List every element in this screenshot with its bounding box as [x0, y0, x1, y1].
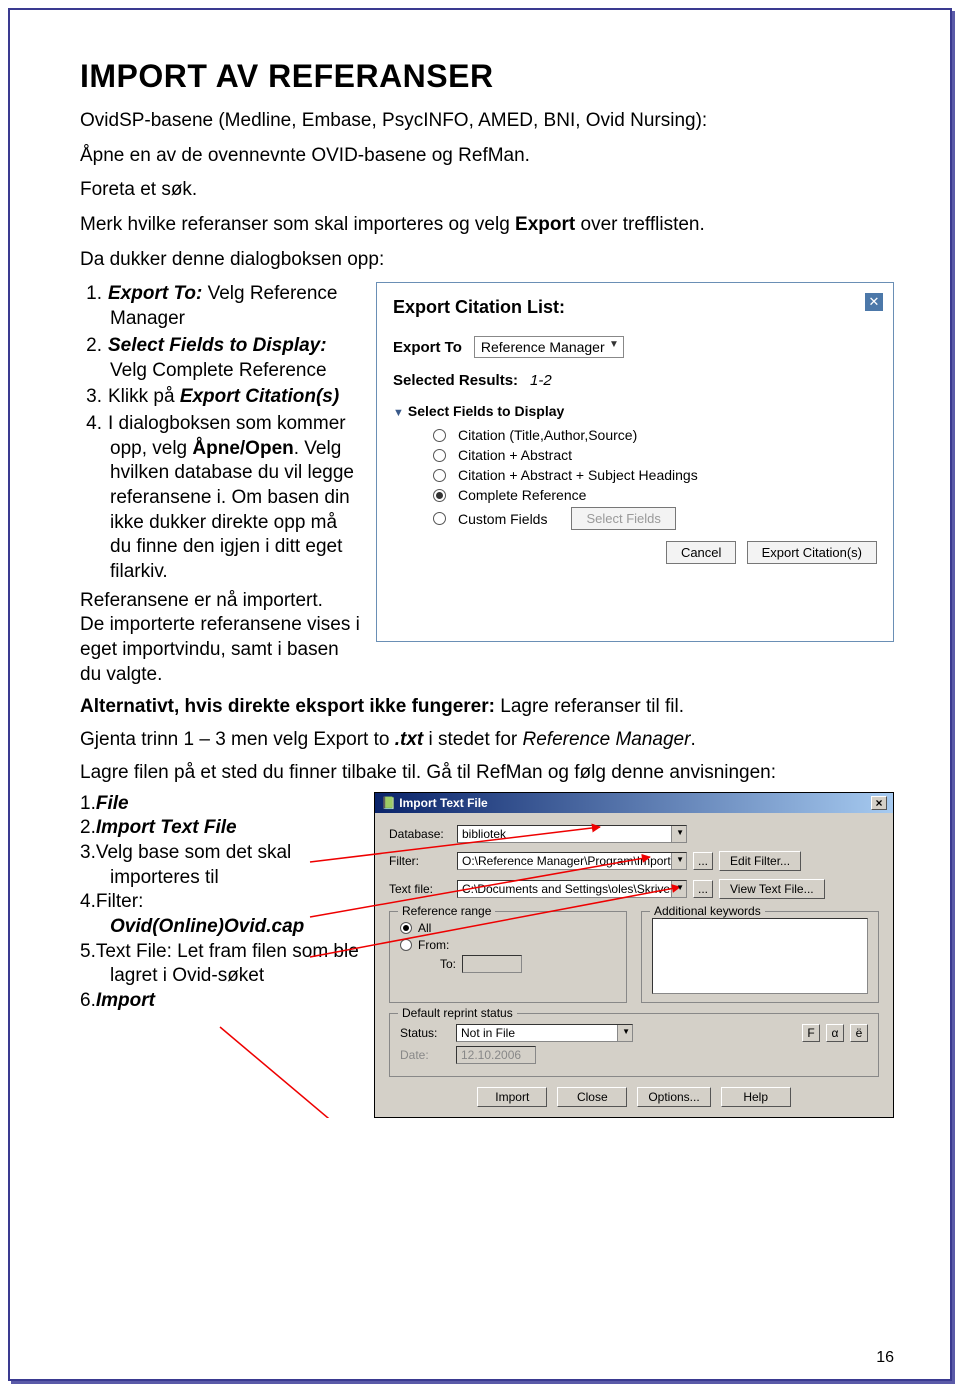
range-to-input [462, 955, 522, 973]
textfile-browse-button[interactable]: ... [693, 880, 713, 898]
radio-icon [433, 449, 446, 462]
filter-browse-button[interactable]: ... [693, 852, 713, 870]
import-text-file-dialog: 📗 Import Text File × Database: bibliotek… [374, 792, 894, 1118]
edit-filter-button[interactable]: Edit Filter... [719, 851, 801, 871]
radio-icon [433, 429, 446, 442]
database-label: Database: [389, 827, 451, 841]
alternative-line3: Lagre filen på et sted du finner tilbake… [80, 761, 894, 786]
ovid-export-dialog: ✕ Export Citation List: Export To Refere… [376, 282, 894, 642]
intro-databases: OvidSP-basene (Medline, Embase, PsycINFO… [80, 109, 894, 134]
alternative-heading: Alternativt, hvis direkte eksport ikke f… [80, 695, 894, 720]
radio-citation-abstract[interactable]: Citation + Abstract [433, 447, 877, 463]
format-e-button[interactable]: ë [850, 1024, 868, 1042]
radio-icon [400, 939, 412, 951]
step2-4: 4.Filter:Ovid(Online)Ovid.cap [80, 890, 360, 939]
export-to-label: Export To [393, 339, 462, 356]
intro-mark-export: Merk hvilke referanser som skal importer… [80, 213, 894, 238]
selected-results-value: 1-2 [530, 372, 552, 389]
step2-3: 3.Velg base som det skal importeres til [80, 841, 360, 890]
date-label: Date: [400, 1048, 450, 1062]
step-4: 4.I dialogboksen som kommer opp, velg Åp… [80, 412, 360, 585]
range-all-radio[interactable]: All [400, 921, 616, 935]
radio-custom-fields[interactable]: Custom Fields Select Fields [433, 507, 877, 530]
radio-icon [433, 512, 446, 525]
radio-icon [433, 469, 446, 482]
default-reprint-status-group: Default reprint status Status: Not in Fi… [389, 1013, 879, 1077]
help-button[interactable]: Help [721, 1087, 791, 1107]
step2-1: 1.File [80, 792, 360, 817]
radio-icon [433, 489, 446, 502]
reference-range-group: Reference range All From: To: [389, 911, 627, 1003]
export-to-select[interactable]: Reference Manager [474, 336, 624, 358]
options-button[interactable]: Options... [637, 1087, 710, 1107]
selected-results-label: Selected Results: [393, 372, 518, 389]
step-1: 1.Export To: Velg Reference Manager [80, 282, 360, 331]
format-alpha-button[interactable]: α [826, 1024, 844, 1042]
radio-citation[interactable]: Citation (Title,Author,Source) [433, 427, 877, 443]
page-heading: IMPORT AV REFERANSER [80, 58, 894, 95]
intro-search: Foreta et søk. [80, 178, 894, 203]
step-2: 2.Select Fields to Display: Velg Complet… [80, 334, 360, 383]
after-import-2: De importerte referansene vises i eget i… [80, 613, 360, 687]
import-button[interactable]: Import [477, 1087, 547, 1107]
textfile-label: Text file: [389, 882, 451, 896]
step2-5: 5.Text File: Let fram filen som ble lagr… [80, 940, 360, 989]
intro-open: Åpne en av de ovennevnte OVID-basene og … [80, 144, 894, 169]
step-3: 3.Klikk på Export Citation(s) [80, 385, 360, 410]
status-select[interactable]: Not in File [456, 1024, 633, 1042]
textfile-select[interactable]: C:\Documents and Settings\oles\Skriveb [457, 880, 687, 898]
ovid-dialog-title: Export Citation List: [393, 297, 877, 318]
intro-dialog-appears: Da dukker denne dialogboksen opp: [80, 248, 894, 273]
select-fields-button: Select Fields [571, 507, 675, 530]
step2-6: 6.Import [80, 989, 360, 1014]
radio-citation-abstract-sh[interactable]: Citation + Abstract + Subject Headings [433, 467, 877, 483]
radio-complete-reference[interactable]: Complete Reference [433, 487, 877, 503]
radio-icon [400, 922, 412, 934]
close-button[interactable]: Close [557, 1087, 627, 1107]
page-number: 16 [876, 1349, 894, 1367]
range-from-radio[interactable]: From: [400, 938, 616, 952]
select-fields-heading[interactable]: ▼Select Fields to Display [393, 403, 877, 419]
additional-keywords-group: Additional keywords [641, 911, 879, 1003]
additional-keywords-input[interactable] [652, 918, 868, 994]
alternative-line2: Gjenta trinn 1 – 3 men velg Export to .t… [80, 728, 894, 753]
filter-label: Filter: [389, 854, 451, 868]
step2-2: 2.Import Text File [80, 816, 360, 841]
after-import-1: Referansene er nå importert. [80, 589, 360, 614]
close-icon[interactable]: × [871, 796, 887, 810]
status-label: Status: [400, 1026, 450, 1040]
database-select[interactable]: bibliotek [457, 825, 687, 843]
view-textfile-button[interactable]: View Text File... [719, 879, 825, 899]
filter-select[interactable]: O:\Reference Manager\Program\Import\ [457, 852, 687, 870]
cancel-button[interactable]: Cancel [666, 541, 736, 564]
close-icon[interactable]: ✕ [865, 293, 883, 311]
date-input: 12.10.2006 [456, 1046, 536, 1064]
format-f-button[interactable]: F [802, 1024, 820, 1042]
range-to-label: To: [440, 957, 456, 971]
export-citations-button[interactable]: Export Citation(s) [747, 541, 877, 564]
win-dialog-title: 📗 Import Text File [381, 796, 488, 810]
